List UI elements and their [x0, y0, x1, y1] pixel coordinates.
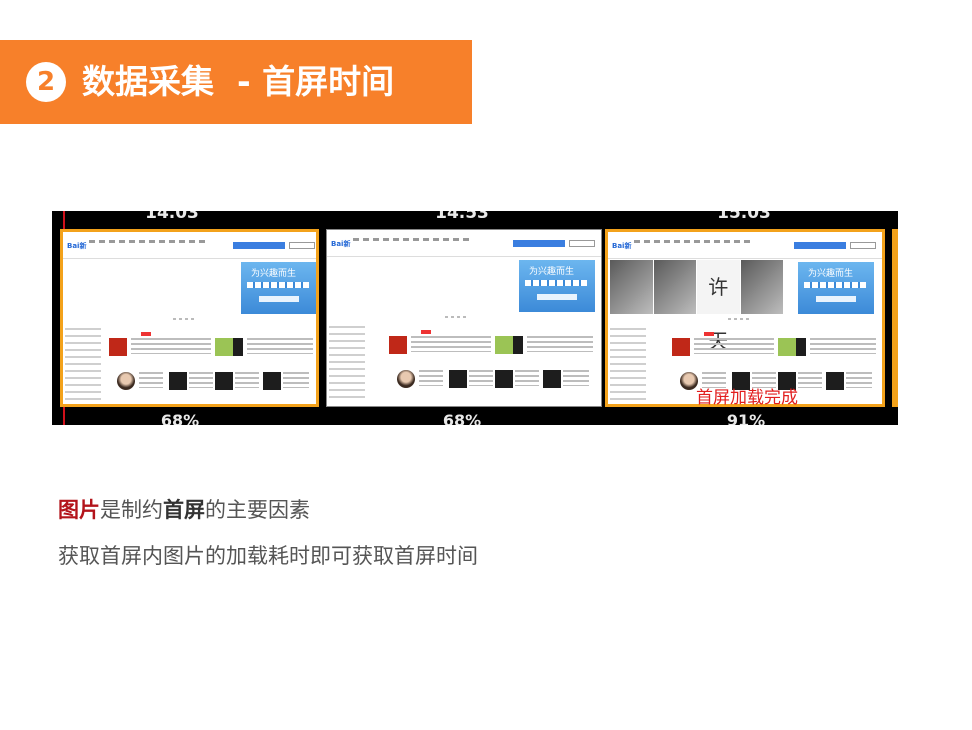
- screenshot-frame: Bai新 为兴趣而生: [60, 229, 319, 407]
- baidu-logo-icon: Bai新: [331, 240, 351, 248]
- hero-bar: [804, 282, 866, 288]
- avatar-image: [117, 372, 135, 390]
- sidebar-text: [65, 328, 101, 400]
- baidu-logo-icon: Bai新: [612, 242, 632, 250]
- search-box: [794, 242, 846, 249]
- hero-text: 为兴趣而生: [251, 269, 297, 279]
- highlight-images: 图片: [58, 498, 100, 522]
- thumbnail-image: [169, 372, 187, 390]
- frame-timestamp: 15.03: [717, 211, 771, 223]
- loaded-photos: 许 天: [610, 260, 784, 353]
- text-lines: [247, 338, 313, 354]
- text-lines: [411, 336, 491, 352]
- hero-bar: [247, 282, 309, 288]
- next-frame-edge: [892, 229, 898, 407]
- hero-text: 为兴趣而生: [529, 267, 575, 277]
- thumbnail-image: [495, 370, 513, 388]
- browser-toolbar: Bai新: [327, 230, 601, 257]
- text-lines: [469, 370, 493, 386]
- search-button: [850, 242, 876, 249]
- thumbnail-image: [215, 372, 233, 390]
- nav-links: [634, 240, 754, 243]
- thumbnail-image: [449, 370, 467, 388]
- frame-timestamp: 14.03: [145, 211, 199, 223]
- nav-links: [353, 238, 473, 241]
- thumbnail-image: [826, 372, 844, 390]
- step-number-badge: 2: [26, 62, 66, 102]
- text-lines: [694, 338, 774, 354]
- text-lines: [283, 372, 309, 388]
- photo-image: [653, 260, 697, 314]
- thumbnail-image: [215, 338, 233, 356]
- page-content: [65, 328, 314, 400]
- hero-banner: 为兴趣而生: [241, 262, 316, 314]
- section-banner: 2 数据采集 - 首屏时间: [0, 40, 472, 124]
- text-lines: [527, 336, 593, 352]
- thumbnail-image: [495, 336, 513, 354]
- thumbnail-image: [513, 336, 523, 354]
- frame-percent: 91%: [726, 411, 766, 425]
- thumbnail-image: [672, 338, 690, 356]
- carousel-dots: [445, 316, 469, 318]
- badge-icon: [421, 330, 431, 334]
- text-lines: [798, 372, 822, 388]
- text-lines: [235, 372, 259, 388]
- search-box: [233, 242, 285, 249]
- hero-button: [537, 294, 577, 300]
- filmstrip: 14.03 14.53 15.03 Bai新 为兴趣而生 Bai新 为兴趣而生 …: [52, 211, 898, 425]
- screenshot-frame: Bai新 许 天 为兴趣而生: [605, 229, 885, 407]
- search-button: [569, 240, 595, 247]
- thumbnail-image: [778, 338, 796, 356]
- frame-percent: 68%: [160, 411, 200, 425]
- baidu-logo-icon: Bai新: [67, 242, 87, 250]
- carousel-dots: [173, 318, 197, 320]
- highlight-first-screen: 首屏: [163, 498, 205, 522]
- frame-percent: 68%: [442, 411, 482, 425]
- text-lines: [189, 372, 213, 388]
- hero-button: [259, 296, 299, 302]
- hero-text: 为兴趣而生: [808, 269, 854, 279]
- text-lines: [563, 370, 589, 386]
- avatar-image: [397, 370, 415, 388]
- badge-icon: [141, 332, 151, 336]
- hero-banner: 为兴趣而生: [519, 260, 595, 312]
- text-lines: [846, 372, 872, 388]
- badge-icon: [704, 332, 714, 336]
- sidebar-text: [610, 328, 646, 400]
- thumbnail-image: [233, 338, 243, 356]
- thumbnail-image: [543, 370, 561, 388]
- hero-bar: [525, 280, 587, 286]
- text-lines: [131, 338, 211, 354]
- page-content: [329, 326, 599, 402]
- text-lines: [515, 370, 539, 386]
- line1-text-b: 的主要因素: [205, 498, 310, 522]
- photo-image: [740, 260, 784, 314]
- photo-image: [610, 260, 654, 314]
- nav-links: [89, 240, 209, 243]
- text-lines: [139, 372, 163, 388]
- thumbnail-image: [109, 338, 127, 356]
- hero-button: [816, 296, 856, 302]
- line1-text-a: 是制约: [100, 498, 163, 522]
- signature-image: 许 天: [697, 260, 741, 353]
- browser-toolbar: Bai新: [63, 232, 316, 259]
- search-box: [513, 240, 565, 247]
- thumbnail-image: [389, 336, 407, 354]
- key-point-line-2: 获取首屏内图片的加载耗时即可获取首屏时间: [58, 544, 478, 568]
- frame-timestamp: 14.53: [435, 211, 489, 223]
- thumbnail-image: [796, 338, 806, 356]
- load-complete-annotation: 首屏加载完成: [696, 388, 798, 408]
- sidebar-text: [329, 326, 365, 402]
- screenshot-frame: Bai新 为兴趣而生: [326, 229, 602, 407]
- key-point-line-1: 图片是制约首屏的主要因素: [58, 494, 310, 524]
- text-lines: [419, 370, 443, 386]
- hero-banner: 为兴趣而生: [798, 262, 874, 314]
- text-lines: [810, 338, 876, 354]
- search-button: [289, 242, 315, 249]
- browser-toolbar: Bai新: [608, 232, 882, 259]
- section-title: 数据采集 - 首屏时间: [82, 62, 395, 101]
- thumbnail-image: [263, 372, 281, 390]
- carousel-dots: [728, 318, 752, 320]
